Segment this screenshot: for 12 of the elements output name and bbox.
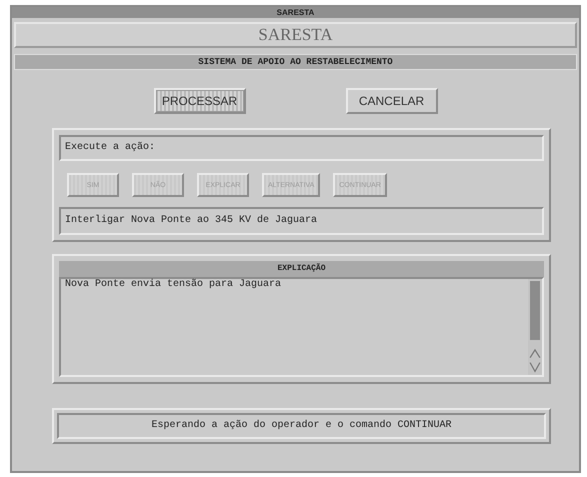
- subtitle-bar: SISTEMA DE APOIO AO RESTABELECIMENTO: [14, 54, 577, 70]
- explanation-title: EXPLICAÇÃO: [59, 261, 544, 277]
- cancel-button[interactable]: CANCELAR: [346, 88, 438, 114]
- scrollbar[interactable]: [528, 279, 542, 375]
- action-text: Interligar Nova Ponte ao 345 KV de Jaguara: [59, 207, 544, 235]
- explanation-text: Nova Ponte envia tensão para Jaguara: [64, 279, 282, 292]
- prompt-label: Execute a ação:: [59, 135, 544, 161]
- window-title: SARESTA: [12, 7, 579, 18]
- process-button[interactable]: PROCESSAR: [154, 88, 246, 114]
- status-text: Esperando a ação do operador e o comando CONTINUAR: [57, 413, 546, 439]
- app-title: SARESTA: [14, 22, 577, 48]
- scroll-thumb[interactable]: [530, 281, 540, 340]
